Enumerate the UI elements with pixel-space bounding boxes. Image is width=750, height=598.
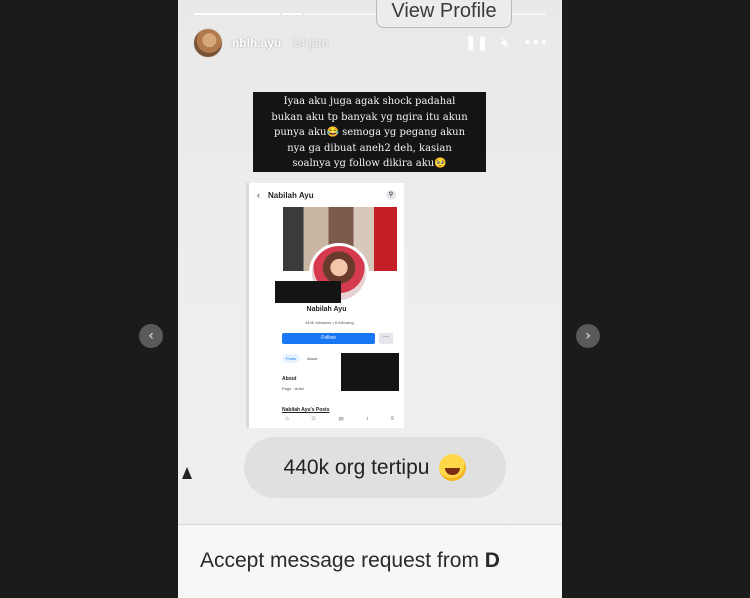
embedded-screenshot: ‹ Nabilah Ayu ⚲ Nabilah Ayu 440K followe… xyxy=(246,183,404,428)
accept-message-text: Accept message request from xyxy=(200,549,485,572)
username[interactable]: nblh.ayu xyxy=(232,36,281,50)
home-icon: ⌂ xyxy=(285,416,289,422)
accept-message-banner[interactable]: Accept message request from D xyxy=(178,524,562,598)
story-caption: Iyaa aku juga agak shock padahal bukan a… xyxy=(253,92,486,172)
messenger-icon: ✉ xyxy=(338,417,344,423)
fb-posts-heading: Nabilah Ayu's Posts xyxy=(282,407,330,413)
mouse-cursor-icon xyxy=(182,467,192,479)
story-header: nblh.ayu 14 jam ❚❚ 🔇︎ ••• xyxy=(193,28,548,58)
previous-story-button[interactable]: ‹ xyxy=(139,324,163,348)
more-icon[interactable]: ••• xyxy=(523,35,548,51)
fb-about-heading: About xyxy=(282,376,297,382)
avatar[interactable] xyxy=(193,28,223,58)
black-note-overlay xyxy=(275,281,341,303)
view-profile-button[interactable]: View Profile xyxy=(376,0,512,28)
black-note-overlay xyxy=(341,353,399,391)
bell-icon: ♪ xyxy=(365,416,369,422)
fb-follow-button: Follow xyxy=(282,333,375,344)
fb-stats: 440K followers • 6 following xyxy=(305,320,354,325)
search-icon: ⚲ xyxy=(386,190,396,200)
accept-message-sender: D xyxy=(484,549,500,572)
reply-bubble: 440k org tertipu xyxy=(244,437,506,498)
next-story-button[interactable]: › xyxy=(576,324,600,348)
fb-tab-about: About xyxy=(307,356,318,361)
progress-segment xyxy=(282,13,302,15)
rolling-laughing-emoji-icon xyxy=(439,454,467,481)
fb-page-name: Nabilah Ayu xyxy=(268,190,314,200)
progress-segment xyxy=(194,13,280,15)
menu-icon: ≡ xyxy=(390,416,394,422)
reply-text: 440k org tertipu xyxy=(283,455,430,479)
timestamp: 14 jam xyxy=(292,36,329,50)
fb-page-type: Page · Artist xyxy=(282,386,304,391)
back-arrow-icon: ‹ xyxy=(257,190,260,200)
story-viewer[interactable]: View Profile nblh.ayu 14 jam ❚❚ 🔇︎ ••• I… xyxy=(178,0,562,598)
friends-icon: ☺ xyxy=(310,416,317,422)
mute-icon[interactable]: 🔇︎ xyxy=(501,35,510,51)
pause-icon[interactable]: ❚❚ xyxy=(465,35,488,51)
fb-bottom-nav: ⌂ ☺ ✉ ♪ ≡ xyxy=(285,416,394,423)
fb-tab-posts: Posts xyxy=(282,354,301,363)
fb-more-button: ··· xyxy=(379,333,393,344)
fb-profile-name: Nabilah Ayu xyxy=(306,306,347,313)
